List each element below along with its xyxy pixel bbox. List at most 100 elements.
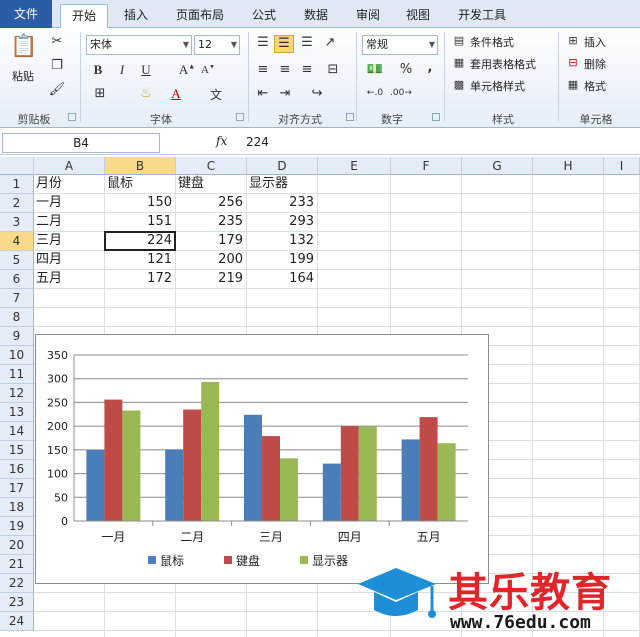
alignment-dialog-launcher-icon[interactable] [346,113,354,121]
name-box[interactable]: B4 [2,133,160,153]
increase-indent-icon[interactable]: ⇥ [276,86,294,101]
column-header-g[interactable]: G [462,157,533,175]
border-icon[interactable]: ⊞ [90,86,110,101]
cell-c5[interactable]: 200 [178,251,246,269]
column-header-c[interactable]: C [176,157,247,175]
tab-insert[interactable]: 插入 [114,4,158,28]
formula-input[interactable]: 224 [246,135,269,149]
cell-c3[interactable]: 235 [178,213,246,231]
decrease-decimal-icon[interactable]: .00→ [390,88,412,98]
cell-a4[interactable]: 三月 [36,232,104,250]
row-header-10[interactable]: 10 [0,346,34,365]
fill-color-icon[interactable]: ♨ [136,86,156,101]
font-name-combo[interactable]: 宋体 ▼ [86,35,192,55]
cell-d2[interactable]: 233 [249,194,317,212]
row-header-18[interactable]: 18 [0,498,34,517]
chart-area[interactable]: 0 50 100 150 200 250 300 350 一月 二月 三月 四月 五月 鼠标 键盘 显示器 [35,334,489,584]
cell-a6[interactable]: 五月 [36,270,104,288]
format-cells-button[interactable]: 格式 [584,78,606,94]
tab-home[interactable]: 开始 [60,4,108,29]
column-header-e[interactable]: E [318,157,391,175]
tab-developer[interactable]: 开发工具 [450,4,514,28]
clipboard-dialog-launcher-icon[interactable] [68,113,76,121]
decrease-indent-icon[interactable]: ⇤ [254,86,272,101]
paste-button[interactable]: 粘贴 [12,68,34,84]
cell-b3[interactable]: 151 [107,213,175,231]
shrink-font-icon[interactable]: A▼ [200,64,216,76]
table-format-icon[interactable]: ▦ [452,56,466,69]
cell-a2[interactable]: 一月 [36,194,104,212]
bold-button[interactable]: B [90,62,106,78]
row-header-12[interactable]: 12 [0,384,34,403]
row-header-6[interactable]: 6 [0,270,34,289]
comma-button[interactable]: , [424,60,436,75]
table-format-button[interactable]: 套用表格格式 [470,56,536,72]
row-header-8[interactable]: 8 [0,308,34,327]
row-header-21[interactable]: 21 [0,555,34,574]
merge-center-icon[interactable]: ⊟ [322,62,344,77]
column-header-h[interactable]: H [533,157,604,175]
cell-d5[interactable]: 199 [249,251,317,269]
wrap-text-icon[interactable]: ↪ [306,86,328,101]
paste-icon[interactable]: 📋 [10,34,38,64]
row-header-13[interactable]: 13 [0,403,34,422]
conditional-format-icon[interactable]: ▤ [452,34,466,47]
align-bottom-icon[interactable]: ☰ [298,35,316,50]
cell-d3[interactable]: 293 [249,213,317,231]
number-dialog-launcher-icon[interactable] [432,113,440,121]
row-header-17[interactable]: 17 [0,479,34,498]
row-header-2[interactable]: 2 [0,194,34,213]
cut-icon[interactable]: ✂ [48,34,66,49]
currency-icon[interactable]: 💵 [364,62,386,77]
row-header-5[interactable]: 5 [0,251,34,270]
cell-c4[interactable]: 179 [178,232,246,250]
row-header-22[interactable]: 22 [0,574,34,593]
column-header-d[interactable]: D [247,157,318,175]
tab-data[interactable]: 数据 [296,4,336,28]
underline-button[interactable]: U [138,62,154,78]
grow-font-icon[interactable]: A▲ [178,62,196,78]
phonetic-icon[interactable]: 文 [206,86,226,103]
cell-d4[interactable]: 132 [249,232,317,250]
cell-c1[interactable]: 键盘 [178,175,246,193]
tab-formulas[interactable]: 公式 [244,4,284,28]
row-header-20[interactable]: 20 [0,536,34,555]
italic-button[interactable]: I [114,62,130,78]
row-header-11[interactable]: 11 [0,365,34,384]
column-header-b[interactable]: B [105,157,176,175]
cell-a5[interactable]: 四月 [36,251,104,269]
row-header-23[interactable]: 23 [0,593,34,612]
insert-function-button[interactable]: fx [216,134,227,148]
align-center-icon[interactable]: ≡ [276,62,294,77]
cell-a3[interactable]: 二月 [36,213,104,231]
number-format-combo[interactable]: 常规 ▼ [362,35,438,55]
cell-b5[interactable]: 121 [107,251,175,269]
cell-styles-icon[interactable]: ▩ [452,78,466,91]
font-color-icon[interactable]: A [166,86,186,102]
conditional-format-button[interactable]: 条件格式 [470,34,514,50]
column-header-a[interactable]: A [34,157,105,175]
row-header-15[interactable]: 15 [0,441,34,460]
cell-b6[interactable]: 172 [107,270,175,288]
row-header-4[interactable]: 4 [0,232,34,251]
insert-cells-button[interactable]: 插入 [584,34,606,50]
font-size-combo[interactable]: 12 ▼ [194,35,240,55]
tab-view[interactable]: 视图 [398,4,438,28]
tab-page-layout[interactable]: 页面布局 [168,4,232,28]
delete-cells-icon[interactable]: ⊟ [566,56,580,69]
cell-c2[interactable]: 256 [178,194,246,212]
row-header-7[interactable]: 7 [0,289,34,308]
percent-button[interactable]: % [398,62,414,77]
format-cells-icon[interactable]: ▦ [566,78,580,91]
row-header-16[interactable]: 16 [0,460,34,479]
insert-cells-icon[interactable]: ⊞ [566,34,580,47]
cell-a1[interactable]: 月份 [36,175,104,193]
row-header-14[interactable]: 14 [0,422,34,441]
cell-d6[interactable]: 164 [249,270,317,288]
column-header-i[interactable]: I [604,157,640,175]
increase-decimal-icon[interactable]: ←.0 [364,88,386,98]
align-left-icon[interactable]: ≡ [254,62,272,77]
row-header-24[interactable]: 24 [0,612,34,631]
tab-file[interactable]: 文件 [0,0,52,28]
cell-c6[interactable]: 219 [178,270,246,288]
